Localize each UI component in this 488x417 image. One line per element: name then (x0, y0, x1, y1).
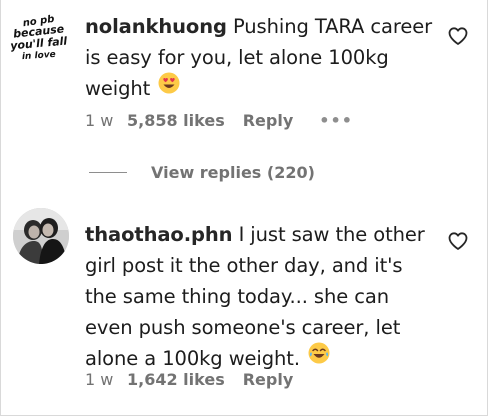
like-heart-icon[interactable] (447, 25, 469, 47)
comment-likes[interactable]: 1,642 likes (127, 370, 225, 389)
heart-eyes-emoji-icon (158, 72, 180, 103)
comment-username[interactable]: nolankhuong (85, 15, 227, 38)
comment-time: 1 w (85, 110, 114, 130)
avatar-text-logo: no pb because you'll fall in love (10, 14, 68, 62)
avatar-photo[interactable] (13, 208, 69, 264)
reply-button[interactable]: Reply (243, 111, 294, 130)
comment-text: nolankhuong Pushing TARA career is easy … (85, 11, 437, 105)
comment-likes[interactable]: 5,858 likes (127, 111, 225, 130)
replies-divider (89, 171, 127, 173)
avatar-line-4: in love (22, 50, 56, 62)
view-replies-label: View replies (220) (151, 162, 315, 182)
view-replies-button[interactable]: View replies (220) (89, 160, 315, 184)
tears-of-joy-emoji-icon (308, 342, 330, 373)
reply-button[interactable]: Reply (243, 370, 294, 389)
comment-text: thaothao.phn I just saw the other girl p… (85, 219, 437, 375)
comment-username[interactable]: thaothao.phn (85, 223, 233, 246)
comment-meta: 1 w 5,858 likes Reply ••• (85, 108, 353, 132)
like-heart-icon[interactable] (447, 230, 469, 252)
comment-time: 1 w (85, 369, 114, 389)
comment-meta: 1 w 1,642 likes Reply (85, 367, 293, 391)
avatar[interactable]: no pb because you'll fall in love (9, 10, 69, 70)
more-options-icon[interactable]: ••• (319, 111, 353, 130)
avatar-photo-image (13, 208, 69, 264)
comments-panel: no pb because you'll fall in love nolank… (0, 0, 488, 416)
